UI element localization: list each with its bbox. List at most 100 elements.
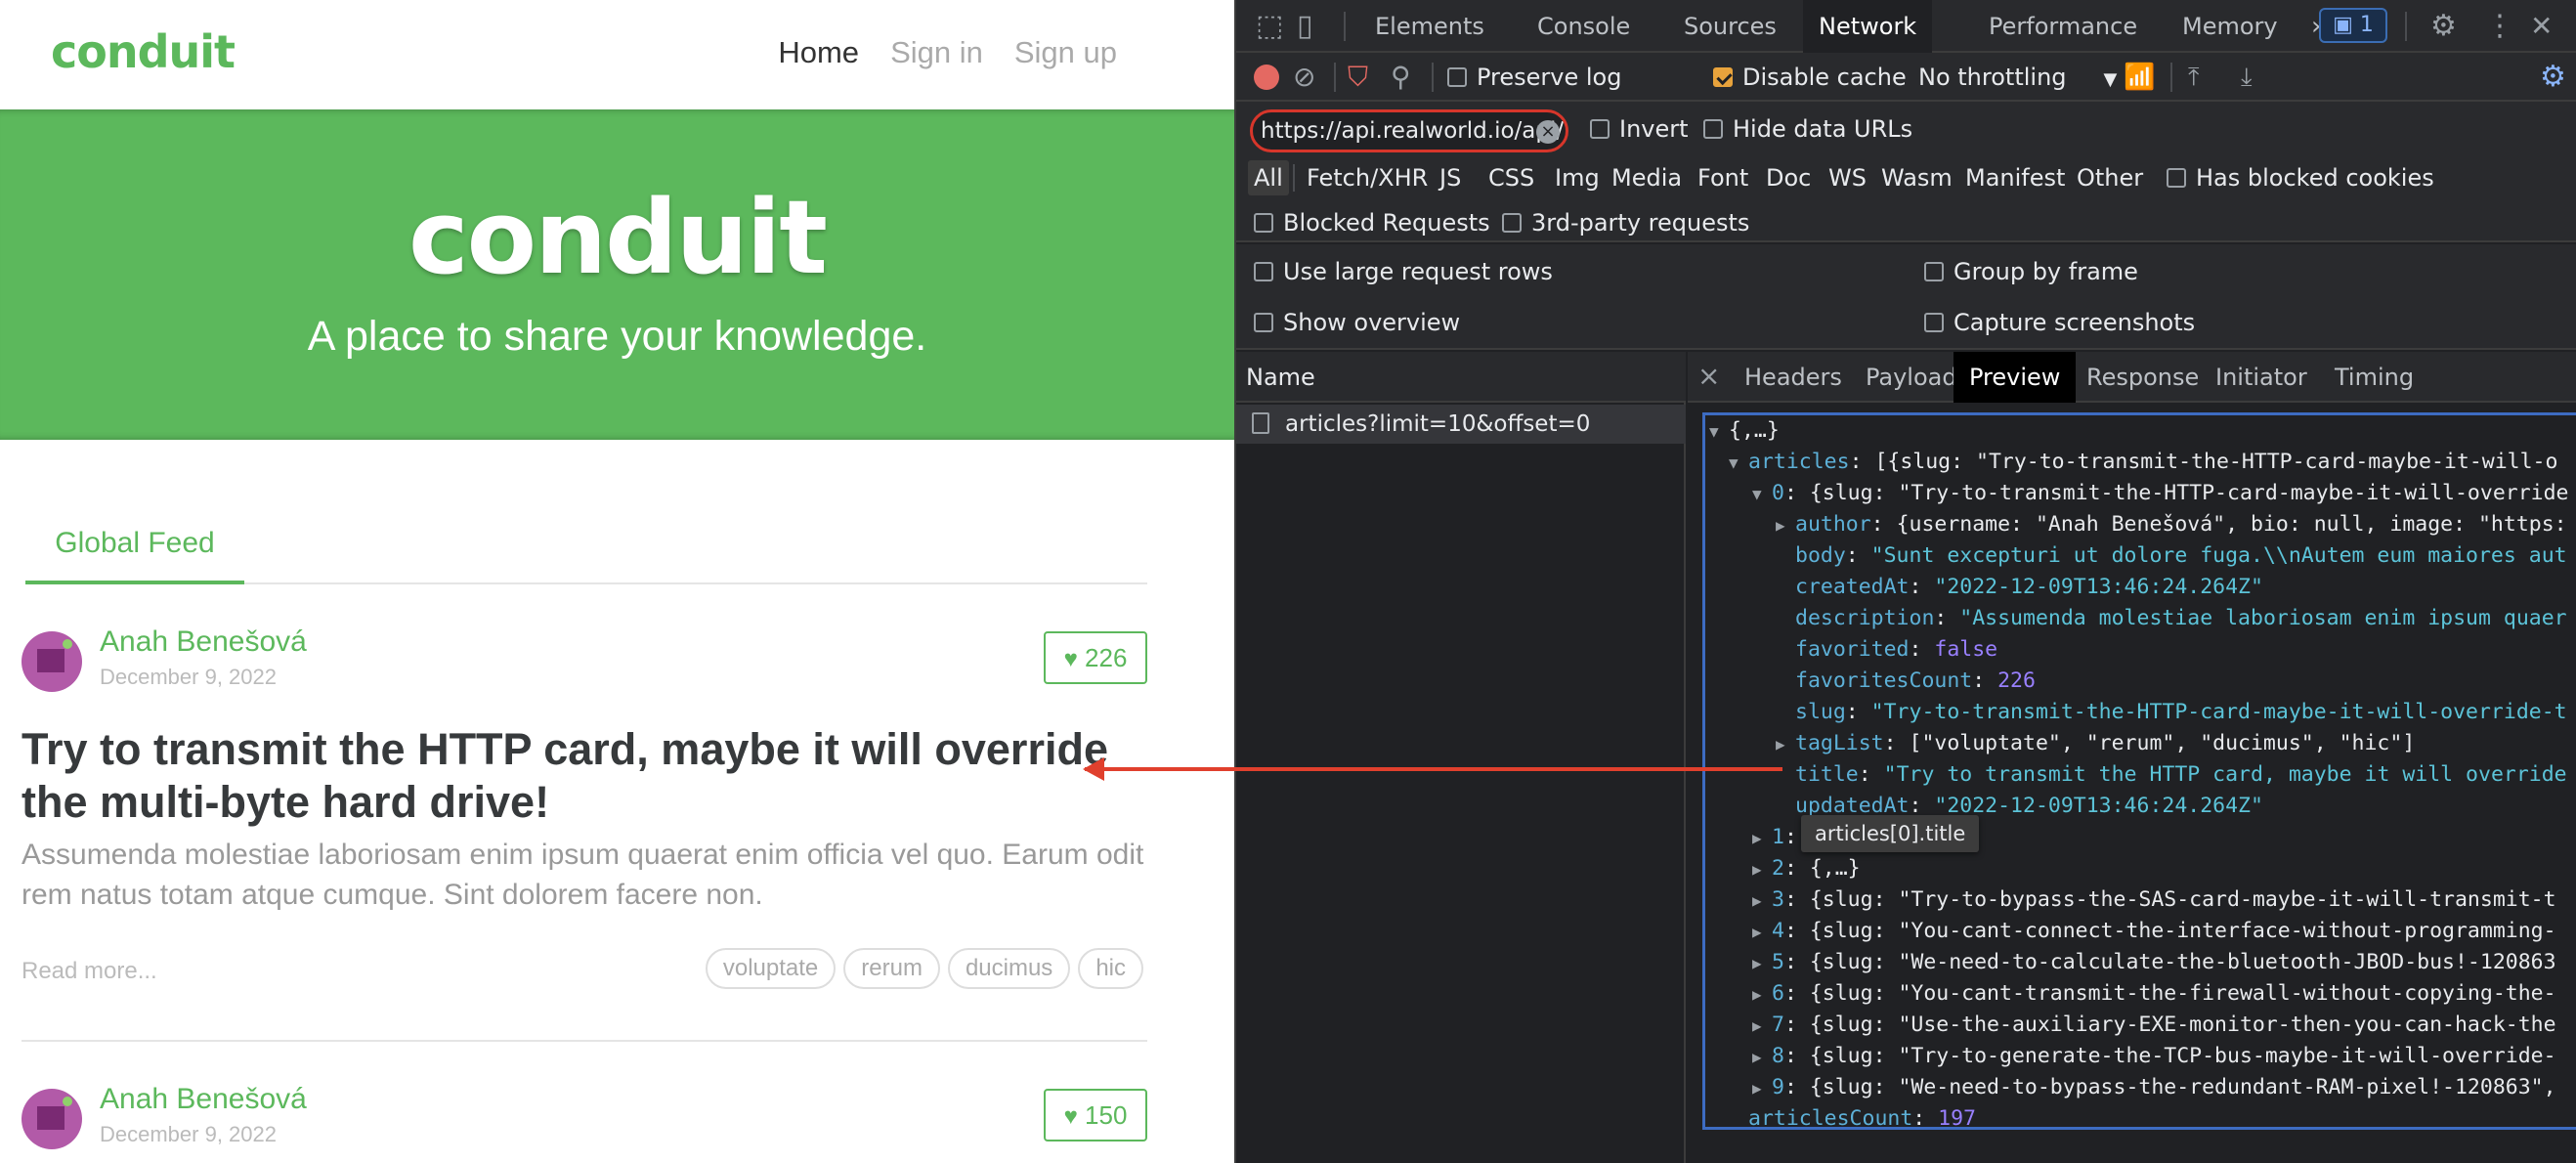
tab-sources[interactable]: Sources: [1668, 0, 1792, 53]
group-by-frame-checkbox[interactable]: Group by frame: [1924, 258, 2138, 285]
type-filter-all[interactable]: All: [1248, 160, 1289, 195]
clear-icon[interactable]: ⊘: [1293, 53, 1315, 102]
heart-icon: ♥: [1063, 646, 1078, 672]
inspect-element-icon[interactable]: ⬚: [1256, 0, 1283, 53]
has-blocked-cookies-checkbox[interactable]: Has blocked cookies: [2167, 164, 2434, 192]
author-name[interactable]: Anah Benešová: [100, 625, 307, 659]
tab-headers[interactable]: Headers: [1729, 352, 1858, 403]
third-party-requests-checkbox[interactable]: 3rd-party requests: [1502, 209, 1749, 237]
article-preview: Anah Benešová December 9, 2022 ♥ 150: [21, 1083, 1147, 1163]
request-row[interactable]: articles?limit=10&offset=0: [1236, 405, 1686, 444]
json-item-6[interactable]: ▶ 6: {slug: "You-cant-transmit-the-firewa…: [1752, 978, 2556, 1011]
clear-filter-icon[interactable]: ×: [1536, 120, 1560, 144]
disable-cache-checkbox[interactable]: Disable cache: [1713, 64, 1907, 91]
issues-badge[interactable]: ▣ 1: [2319, 8, 2387, 43]
tag-pill: hic: [1078, 948, 1143, 989]
search-icon[interactable]: ⚲: [1391, 53, 1411, 102]
json-item-9[interactable]: ▶ 9: {slug: "We-need-to-bypass-the-redund…: [1752, 1072, 2556, 1104]
heart-icon: ♥: [1063, 1103, 1078, 1130]
type-filter-media[interactable]: Media: [1611, 160, 1682, 195]
type-filter-font[interactable]: Font: [1697, 160, 1748, 195]
capture-screenshots-checkbox[interactable]: Capture screenshots: [1924, 309, 2195, 336]
json-slug: slug: "Try-to-transmit-the-HTTP-card-may…: [1795, 700, 2567, 724]
tab-performance[interactable]: Performance: [1973, 0, 2153, 53]
filter-input[interactable]: https://api.realworld.io/api/ ×: [1250, 109, 1568, 152]
large-rows-checkbox[interactable]: Use large request rows: [1254, 258, 1553, 285]
article-title[interactable]: Try to transmit the HTTP card, maybe it …: [21, 723, 1145, 829]
more-options-icon[interactable]: ⋮: [2485, 0, 2514, 53]
type-filter-other[interactable]: Other: [2077, 160, 2143, 195]
tag-list: voluptate rerum ducimus hic: [705, 948, 1143, 989]
divider: [1293, 164, 1295, 192]
json-item-3[interactable]: ▶ 3: {slug: "Try-to-bypass-the-SAS-card-m…: [1752, 884, 2556, 917]
type-filter-css[interactable]: CSS: [1488, 160, 1534, 195]
import-har-icon[interactable]: ⤒: [2188, 53, 2200, 102]
type-filter-doc[interactable]: Doc: [1766, 160, 1811, 195]
network-settings-icon[interactable]: ⚙: [2540, 53, 2566, 102]
caret-down-icon: ▼: [1729, 453, 1739, 472]
network-toolbar: ⊘ ⛉ ⚲ Preserve log Disable cache No thro…: [1236, 53, 2576, 102]
export-har-icon[interactable]: ⤓: [2241, 53, 2253, 102]
type-filter-js[interactable]: JS: [1439, 160, 1461, 195]
tag-pill: rerum: [843, 948, 940, 989]
banner-tagline: A place to share your knowledge.: [307, 313, 927, 360]
tab-network[interactable]: Network: [1803, 0, 1933, 53]
tab-timing[interactable]: Timing: [2319, 352, 2429, 403]
caret-right-icon: ▶: [1752, 1048, 1762, 1066]
preserve-log-checkbox[interactable]: Preserve log: [1447, 64, 1621, 91]
device-toolbar-icon[interactable]: ▯: [1297, 0, 1313, 53]
json-tag-list[interactable]: ▶ tagList: ["voluptate", "rerum", "ducimu…: [1776, 728, 2415, 760]
brand-logo[interactable]: conduit: [51, 25, 236, 78]
nav-home[interactable]: Home: [778, 35, 859, 70]
json-item-2[interactable]: ▶ 2: {,…}: [1752, 853, 1861, 885]
type-filter-manifest[interactable]: Manifest: [1965, 160, 2065, 195]
json-item-7[interactable]: ▶ 7: {slug: "Use-the-auxiliary-EXE-monito…: [1752, 1010, 2556, 1042]
tab-response[interactable]: Response: [2071, 352, 2214, 403]
json-item-4[interactable]: ▶ 4: {slug: "You-cant-connect-the-interfa…: [1752, 916, 2556, 948]
favorite-button[interactable]: ♥ 150: [1044, 1089, 1147, 1141]
filter-icon[interactable]: ⛉: [1348, 53, 1368, 102]
close-icon[interactable]: ×: [1697, 352, 1720, 401]
network-conditions-icon[interactable]: 📶: [2124, 53, 2155, 102]
favorite-button[interactable]: ♥ 226: [1044, 631, 1147, 684]
read-more-link[interactable]: Read more...: [21, 958, 157, 985]
banner-title: conduit: [408, 178, 828, 297]
author-name[interactable]: Anah Benešová: [100, 1083, 307, 1116]
name-column-header[interactable]: Name: [1236, 352, 1686, 403]
record-icon[interactable]: [1254, 65, 1279, 90]
close-icon[interactable]: ✕: [2530, 0, 2553, 53]
type-filter-fetch-xhr[interactable]: Fetch/XHR: [1307, 160, 1428, 195]
article-date: December 9, 2022: [100, 1122, 277, 1146]
json-articles[interactable]: ▼ articles: [{slug: "Try-to-transmit-the-…: [1729, 447, 2557, 479]
tab-global-feed[interactable]: Global Feed: [25, 508, 244, 584]
tab-memory[interactable]: Memory: [2167, 0, 2294, 53]
type-filter-ws[interactable]: WS: [1828, 160, 1867, 195]
article-description[interactable]: Assumenda molestiae laboriosam enim ipsu…: [21, 835, 1145, 915]
tab-console[interactable]: Console: [1522, 0, 1646, 53]
gear-icon[interactable]: ⚙: [2430, 0, 2457, 53]
tab-initiator[interactable]: Initiator: [2200, 352, 2323, 403]
avatar[interactable]: [21, 1089, 82, 1149]
annotation-arrow-head: [1083, 757, 1104, 781]
show-overview-checkbox[interactable]: Show overview: [1254, 309, 1460, 336]
json-item-1[interactable]: ▶ 1:: [1752, 822, 1797, 854]
json-item-8[interactable]: ▶ 8: {slug: "Try-to-generate-the-TCP-bus-…: [1752, 1041, 2556, 1073]
blocked-requests-checkbox[interactable]: Blocked Requests: [1254, 209, 1490, 237]
tab-preview[interactable]: Preview: [1953, 352, 2077, 403]
nav-sign-in[interactable]: Sign in: [890, 35, 983, 70]
feed-toggle: Global Feed: [25, 508, 1147, 584]
tab-elements[interactable]: Elements: [1359, 0, 1500, 53]
json-author[interactable]: ▶ author: {username: "Anah Benešová", bio…: [1776, 509, 2567, 541]
json-title[interactable]: title: "Try to transmit the HTTP card, m…: [1795, 759, 2567, 791]
invert-checkbox[interactable]: Invert: [1590, 115, 1689, 143]
json-item-5[interactable]: ▶ 5: {slug: "We-need-to-calculate-the-blu…: [1752, 947, 2556, 979]
avatar[interactable]: [21, 631, 82, 692]
json-item-0[interactable]: ▼ 0: {slug: "Try-to-transmit-the-HTTP-car…: [1752, 478, 2569, 510]
throttling-select[interactable]: No throttling ▼: [1918, 64, 2117, 94]
json-root[interactable]: ▼ {,…}: [1709, 415, 1780, 448]
hide-data-urls-checkbox[interactable]: Hide data URLs: [1703, 115, 1912, 143]
nav-sign-up[interactable]: Sign up: [1014, 35, 1117, 70]
json-created-at: createdAt: "2022-12-09T13:46:24.264Z": [1795, 575, 2263, 599]
type-filter-wasm[interactable]: Wasm: [1881, 160, 1953, 195]
type-filter-img[interactable]: Img: [1555, 160, 1600, 195]
